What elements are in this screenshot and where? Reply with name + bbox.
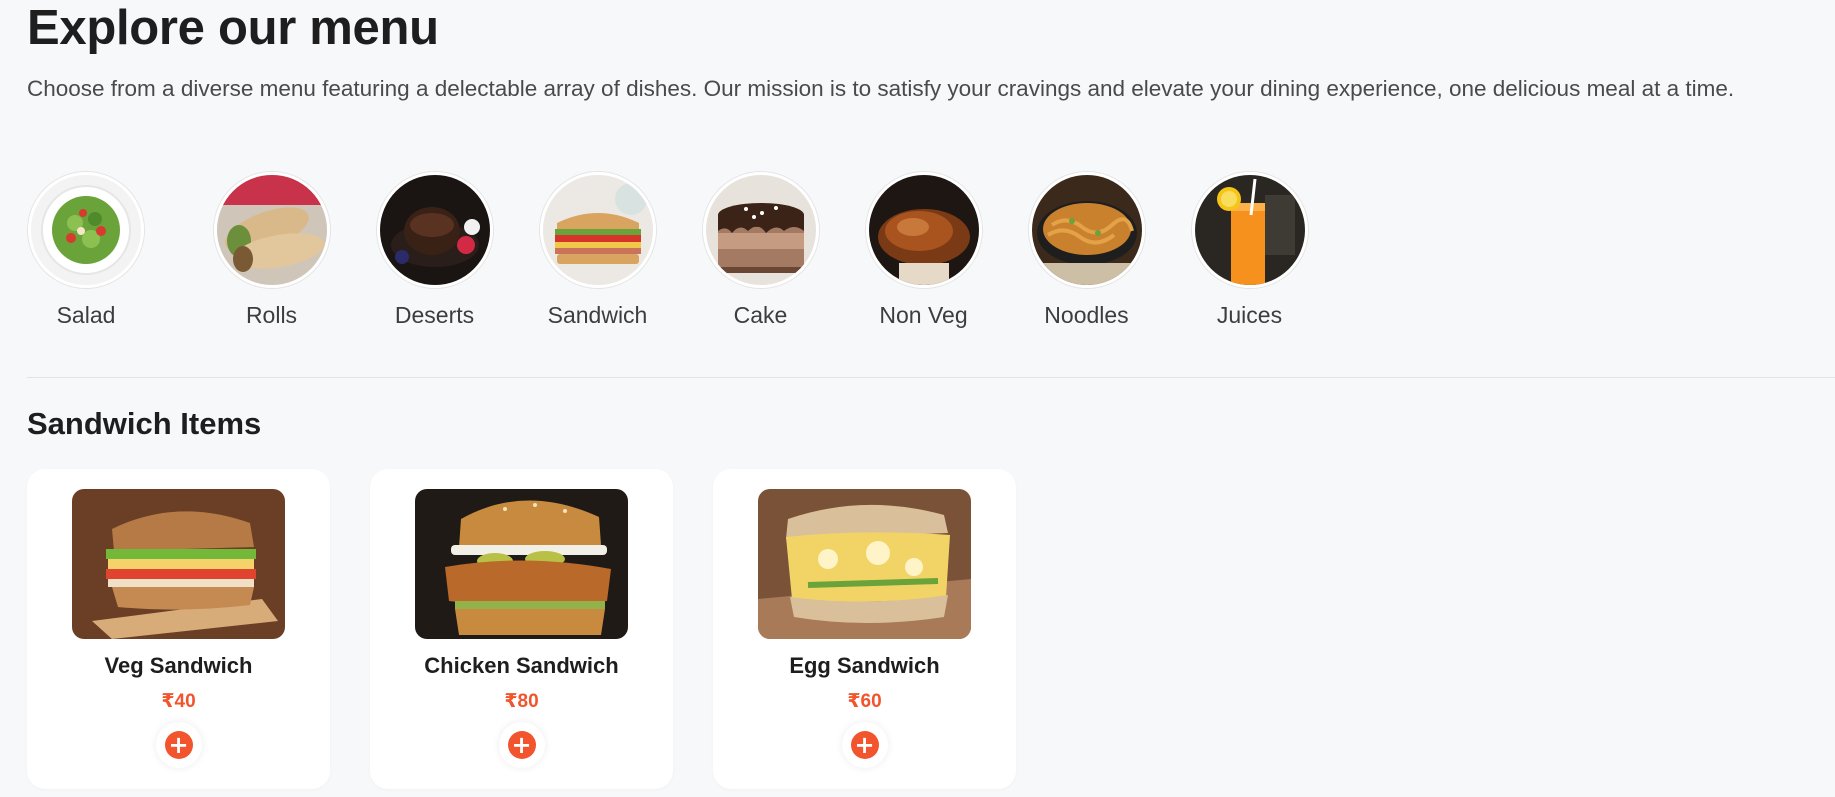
veg-sandwich-image — [72, 489, 285, 639]
category-cake[interactable]: Cake — [679, 172, 842, 329]
salad-image — [28, 172, 144, 288]
add-to-cart-button[interactable]: + — [155, 722, 202, 768]
item-name: Egg Sandwich — [789, 653, 940, 678]
category-label: Sandwich — [547, 302, 648, 328]
sandwich-image — [539, 172, 656, 288]
rolls-image — [213, 172, 330, 288]
category-label: Salad — [56, 302, 116, 328]
item-name: Veg Sandwich — [104, 653, 253, 678]
item-name: Chicken Sandwich — [424, 653, 619, 678]
category-label: Non Veg — [879, 302, 968, 328]
category-noodles[interactable]: Noodles — [1005, 172, 1168, 329]
add-to-cart-button[interactable]: + — [498, 722, 545, 768]
page-title: Explore our menu — [27, 1, 439, 55]
plus-icon: + — [164, 731, 193, 759]
item-price: ₹60 — [847, 691, 882, 712]
menu-page: Explore our menu Choose from a diverse m… — [0, 0, 1835, 797]
category-label: Cake — [733, 302, 788, 328]
category-sandwich[interactable]: Sandwich — [516, 172, 679, 329]
add-to-cart-button[interactable]: + — [841, 722, 888, 768]
section-title: Sandwich Items — [27, 406, 262, 441]
section-divider — [27, 377, 1835, 378]
item-price: ₹80 — [504, 691, 539, 712]
category-non-veg[interactable]: Non Veg — [842, 172, 1005, 329]
item-card[interactable]: Veg Sandwich ₹40 + — [27, 469, 330, 789]
item-card[interactable]: Egg Sandwich ₹60 + — [713, 469, 1016, 789]
item-price: ₹40 — [161, 691, 196, 712]
category-label: Noodles — [1044, 302, 1129, 328]
category-salad[interactable]: Salad — [27, 172, 145, 329]
egg-sandwich-image — [758, 489, 971, 639]
category-deserts[interactable]: Deserts — [353, 172, 516, 329]
deserts-image — [376, 172, 493, 288]
cake-image — [702, 172, 819, 288]
noodles-image — [1028, 172, 1145, 288]
category-label: Deserts — [394, 302, 475, 328]
juices-image — [1191, 172, 1308, 288]
category-juices[interactable]: Juices — [1168, 172, 1331, 329]
plus-icon: + — [507, 731, 536, 759]
category-rolls[interactable]: Rolls — [190, 172, 353, 329]
plus-icon: + — [850, 731, 879, 759]
category-label: Juices — [1216, 302, 1283, 328]
non-veg-image — [865, 172, 982, 288]
page-subtitle: Choose from a diverse menu featuring a d… — [27, 76, 1735, 101]
item-card[interactable]: Chicken Sandwich ₹80 + — [370, 469, 673, 789]
chicken-sandwich-image — [415, 489, 628, 639]
item-list: Veg Sandwich ₹40 + Chicken Sandwich ₹80 … — [27, 469, 1016, 789]
category-label: Rolls — [245, 302, 298, 328]
category-list: Salad Rolls Deserts Sandwich Cake Non Ve… — [27, 172, 1331, 329]
